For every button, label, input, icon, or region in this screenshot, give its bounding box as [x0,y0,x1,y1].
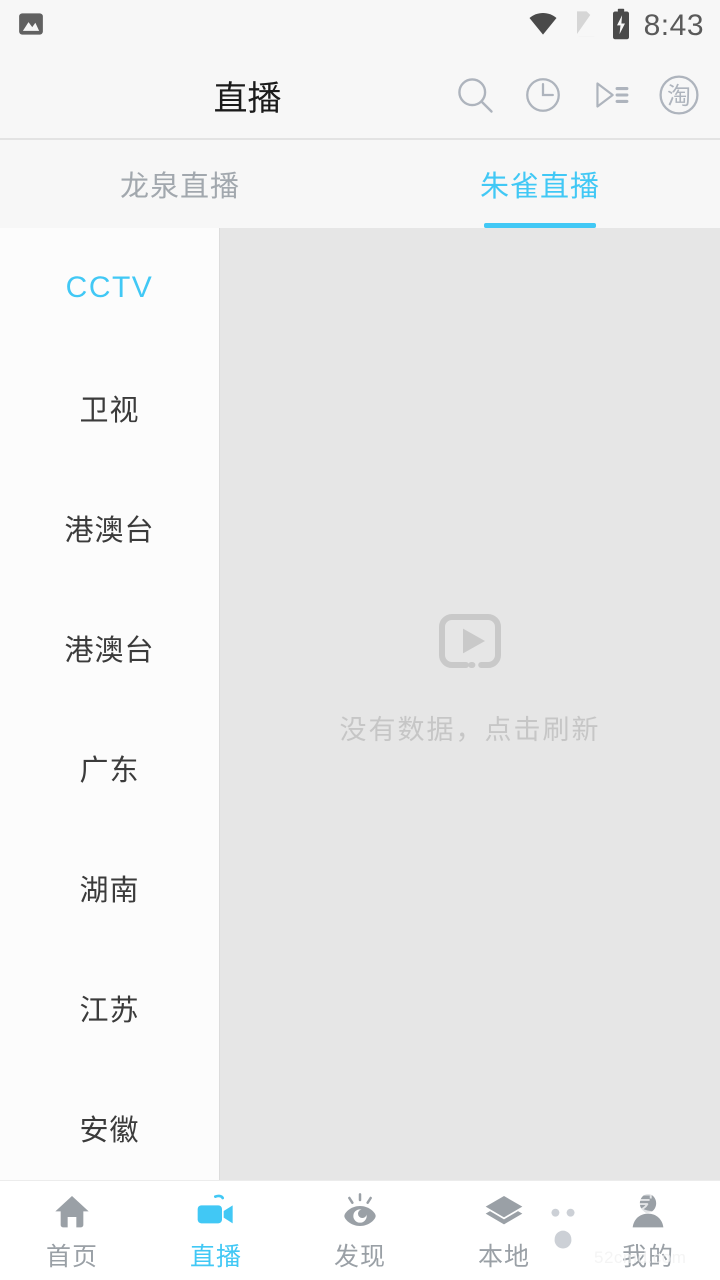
nav-label: 我的 [621,1242,674,1271]
sidebar-item-anhui[interactable]: 安徽 [0,1068,219,1180]
app-header: 直播 淘 [0,52,720,140]
main-body: CCTV 卫视 港澳台 港澳台 广东 湖南 江苏 安徽 没有数据，点击刷新 [0,228,720,1180]
search-icon[interactable] [452,72,498,118]
bottom-navigation: 首页 直播 发现 本地 我的 [0,1180,720,1280]
app-root: 8:43 直播 淘 龙泉直播 朱雀直播 CCTV 卫视 港澳台 港澳台 广东 湖… [0,0,720,1280]
sidebar-item-label: 卫视 [79,395,140,427]
nav-item-discover[interactable]: 发现 [288,1181,432,1280]
svg-text:淘: 淘 [667,82,691,110]
video-placeholder-icon [430,601,510,686]
video-camera-icon [194,1189,238,1231]
sidebar-item-weishi[interactable]: 卫视 [0,348,219,468]
nav-item-live[interactable]: 直播 [144,1181,288,1280]
nav-label: 直播 [189,1242,242,1271]
nav-label: 发现 [333,1242,386,1271]
sidebar-item-gangaotai-1[interactable]: 港澳台 [0,468,219,588]
sidebar-item-label: 湖南 [79,875,140,907]
header-actions: 淘 [452,72,702,118]
person-icon [627,1189,669,1231]
tab-label: 朱雀直播 [479,171,600,203]
nav-label: 本地 [477,1242,530,1271]
sidebar-item-label: 广东 [79,755,140,787]
nav-item-home[interactable]: 首页 [0,1181,144,1280]
tab-longquan[interactable]: 龙泉直播 [0,140,360,228]
sidebar-item-hunan[interactable]: 湖南 [0,828,219,948]
eye-icon [338,1189,382,1231]
sidebar-item-label: 江苏 [79,995,140,1027]
no-sim-icon [572,8,598,45]
category-sidebar[interactable]: CCTV 卫视 港澳台 港澳台 广东 湖南 江苏 安徽 [0,228,220,1180]
status-bar-left [16,9,46,44]
sidebar-item-label: 港澳台 [64,515,155,547]
playlist-icon[interactable] [588,72,634,118]
empty-state-text: 没有数据，点击刷新 [339,715,601,745]
sidebar-item-label: 港澳台 [64,635,155,667]
layers-icon [482,1189,526,1231]
home-icon [51,1189,93,1231]
sidebar-item-label: CCTV [65,271,154,304]
sidebar-item-guangdong[interactable]: 广东 [0,708,219,828]
history-icon[interactable] [520,72,566,118]
image-icon [16,9,46,44]
tab-label: 龙泉直播 [119,171,240,203]
channel-content-area[interactable]: 没有数据，点击刷新 [220,228,720,1180]
status-bar-right: 8:43 [526,8,704,45]
battery-charging-icon [610,8,632,45]
sidebar-item-gangaotai-2[interactable]: 港澳台 [0,588,219,708]
live-source-tabs: 龙泉直播 朱雀直播 [0,140,720,228]
nav-item-mine[interactable]: 我的 [576,1181,720,1280]
sidebar-item-cctv[interactable]: CCTV [0,228,219,348]
status-bar-clock: 8:43 [643,9,704,42]
wifi-icon [526,9,560,44]
status-bar: 8:43 [0,0,720,52]
sidebar-item-jiangsu[interactable]: 江苏 [0,948,219,1068]
nav-item-local[interactable]: 本地 [432,1181,576,1280]
nav-label: 首页 [45,1242,98,1271]
tao-icon[interactable]: 淘 [656,72,702,118]
sidebar-item-label: 安徽 [79,1115,140,1147]
tab-zhuque[interactable]: 朱雀直播 [360,140,720,228]
